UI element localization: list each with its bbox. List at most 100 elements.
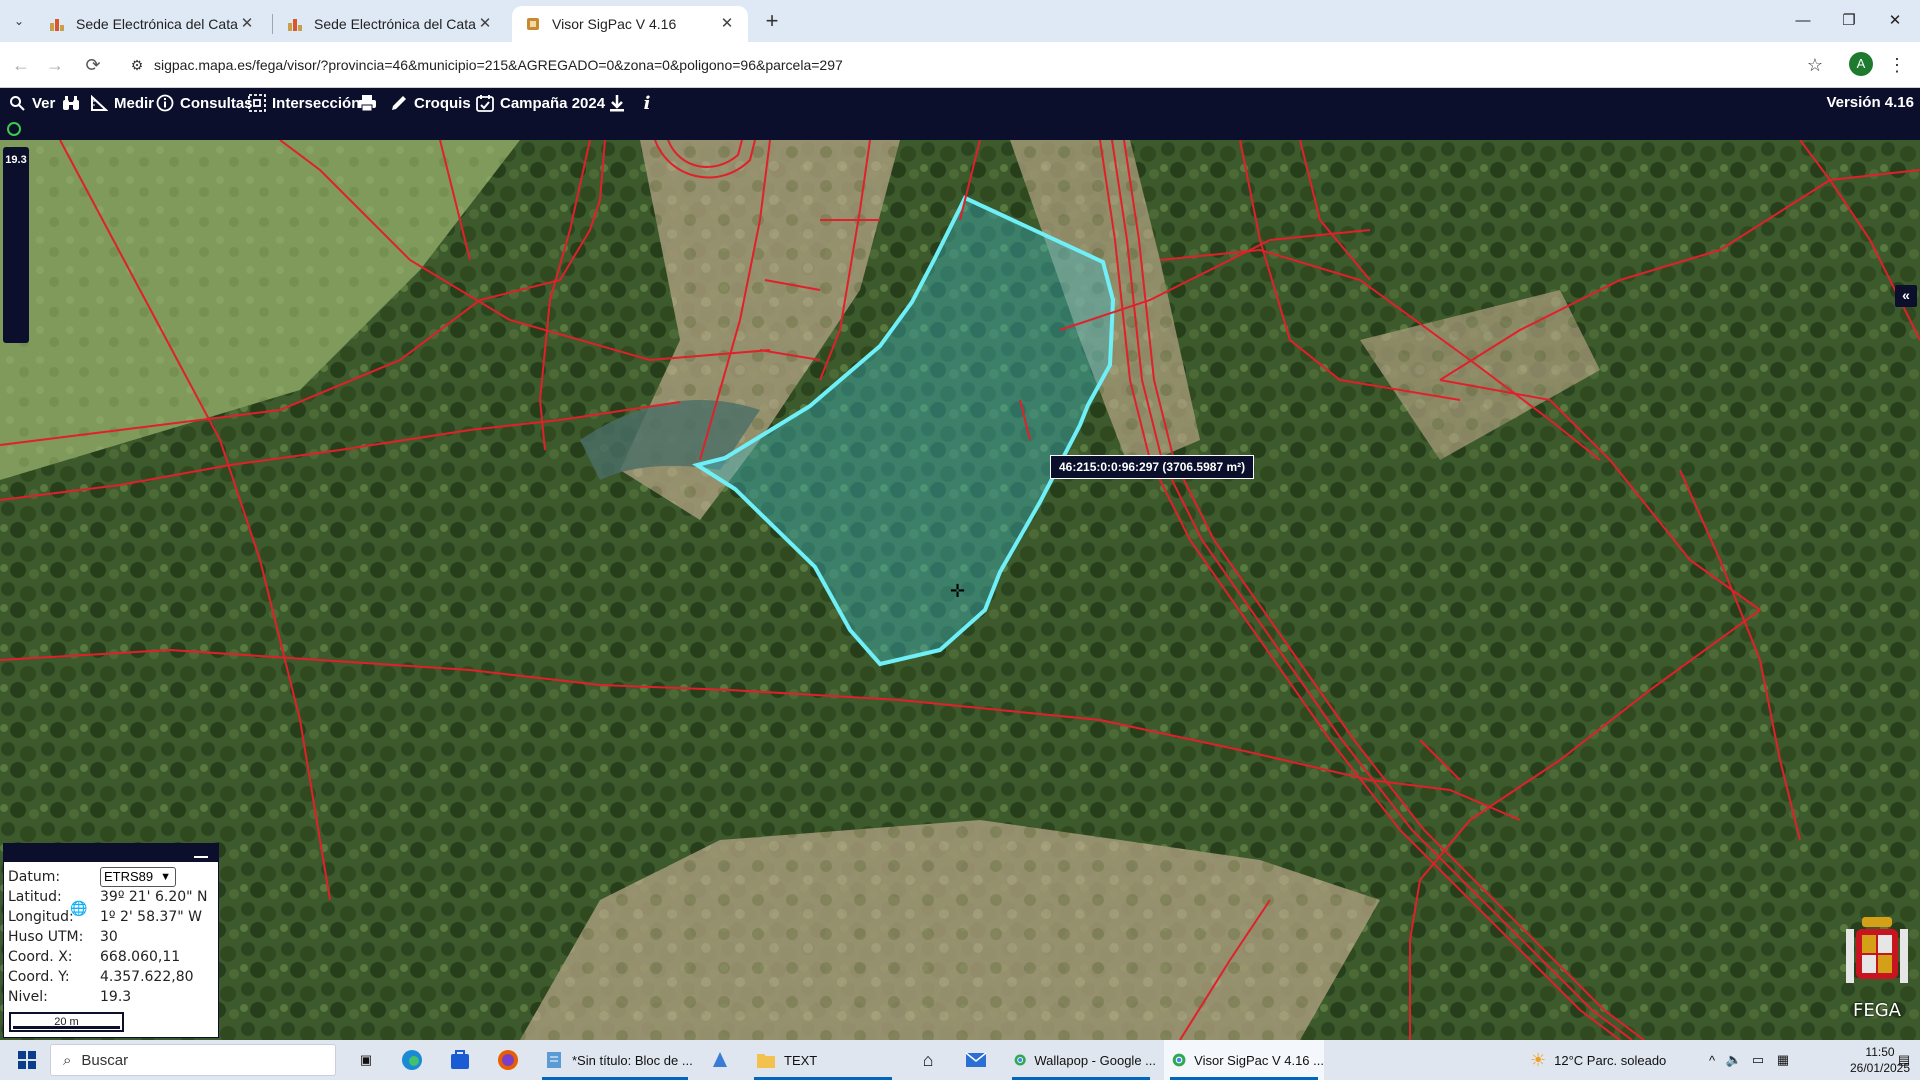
consultas-button[interactable]: Consultas (154, 88, 253, 118)
sigpac-toolbar: Ver Medir Consultas Intersección Croquis… (0, 88, 1920, 118)
ruler-icon (88, 95, 110, 111)
app-icon (713, 1052, 727, 1067)
medir-button[interactable]: Medir (88, 88, 154, 118)
map-status-bar (0, 118, 1920, 140)
datum-select[interactable]: ETRS89 ▼ (100, 867, 176, 887)
ver-button[interactable]: Ver (6, 88, 55, 118)
show-hidden-icons[interactable]: ^ (1702, 1040, 1722, 1080)
tab-catastro-2[interactable]: Sede Electrónica del Catastro ✕ (274, 6, 506, 42)
site-info-icon[interactable]: ⚙ (120, 57, 154, 74)
ver-label: Ver (32, 94, 56, 112)
browser-tab-bar: ⌄ Sede Electrónica del Catastro - ✕ Sede… (0, 0, 1920, 42)
scale-bar: 20 m (9, 1012, 124, 1032)
browser-menu-icon[interactable]: ⋮ (1886, 50, 1908, 80)
taskbar-folder[interactable]: TEXT (748, 1040, 898, 1080)
collapse-panel-button[interactable]: « (1895, 285, 1917, 307)
zoom-level-indicator[interactable]: 19.3 (3, 147, 29, 343)
campana-button[interactable]: Campaña 2024 (474, 88, 605, 118)
minimize-button[interactable]: — (1780, 6, 1826, 36)
download-button[interactable] (606, 88, 632, 118)
crosshair-cursor-icon: ✛ (950, 581, 966, 601)
notepad-label: *Sin título: Bloc de ... (572, 1052, 693, 1068)
profile-avatar[interactable]: A (1849, 52, 1873, 76)
url-field[interactable]: ⚙ sigpac.mapa.es/fega/visor/?provincia=4… (120, 48, 1860, 82)
taskbar-app[interactable] (700, 1040, 740, 1080)
taskbar-chrome-sigpac[interactable]: Visor SigPac V 4.16 ... (1164, 1040, 1324, 1080)
minimize-panel-icon[interactable] (194, 846, 208, 858)
chevron-down-icon: ⌄ (13, 14, 25, 28)
taskbar-home[interactable]: ⌂ (908, 1040, 948, 1080)
campana-label: Campaña 2024 (500, 94, 606, 112)
taskbar-chrome-wallapop[interactable]: Wallapop - Google ... (1006, 1040, 1156, 1080)
double-chevron-left-icon: « (1902, 287, 1910, 303)
tab-catastro-1[interactable]: Sede Electrónica del Catastro - ✕ (36, 6, 268, 42)
tab-separator (272, 14, 273, 34)
pencil-icon (388, 94, 410, 112)
interseccion-button[interactable]: Intersección (246, 88, 360, 118)
notepad-icon (547, 1052, 561, 1068)
catastro-favicon-icon (48, 15, 66, 33)
folder-icon (757, 1054, 775, 1068)
tray-app-icon[interactable]: ▦ (1772, 1040, 1794, 1080)
new-tab-button[interactable]: + (758, 8, 786, 36)
taskbar-mail[interactable] (956, 1040, 996, 1080)
fega-label: FEGA (1853, 1000, 1901, 1021)
chrome-wallapop-label: Wallapop - Google ... (1034, 1052, 1156, 1068)
info-icon: i (643, 92, 651, 114)
task-view-button[interactable]: ▣ (346, 1040, 386, 1080)
notifications-icon[interactable]: ▤ (1892, 1040, 1916, 1080)
start-button[interactable] (8, 1040, 46, 1080)
search-icon: ⌕ (63, 1051, 72, 1069)
version-label: Versión 4.16 (1826, 94, 1914, 111)
taskbar-notepad[interactable]: *Sin título: Bloc de ... (536, 1040, 694, 1080)
network-icon[interactable]: ▭ (1748, 1040, 1768, 1080)
calendar-check-icon (474, 94, 496, 112)
weather-text: 12°C Parc. soleado (1554, 1052, 1667, 1068)
taskbar-search-box[interactable]: ⌕ Buscar (50, 1044, 336, 1076)
reload-button[interactable]: ⟳ (78, 50, 108, 80)
medir-label: Medir (114, 94, 155, 112)
datum-value: ETRS89 (104, 869, 154, 884)
print-button[interactable] (356, 88, 382, 118)
search-icon (6, 95, 28, 111)
close-tab-icon[interactable]: ✕ (476, 15, 494, 33)
tab-label: Sede Electrónica del Catastro (314, 16, 476, 32)
tab-visor-sigpac[interactable]: Visor SigPac V 4.16 ✕ (512, 6, 748, 42)
mail-icon (965, 1052, 987, 1067)
restore-button[interactable]: ❐ (1826, 6, 1872, 36)
search-placeholder: Buscar (81, 1051, 129, 1069)
back-button[interactable]: ← (6, 50, 36, 80)
croquis-label: Croquis (414, 94, 471, 112)
tab-label: Visor SigPac V 4.16 (552, 16, 677, 32)
close-tab-icon[interactable]: ✕ (238, 15, 256, 33)
forward-button[interactable]: → (40, 50, 70, 80)
coordinates-panel-header (4, 844, 218, 862)
weather-widget[interactable]: ☀ 12°C Parc. soleado (1530, 1040, 1690, 1080)
taskbar-store[interactable] (440, 1040, 480, 1080)
latitude-label: Latitud: (8, 889, 62, 905)
info-button[interactable]: i (636, 88, 662, 118)
chrome-icon (1172, 1053, 1186, 1067)
volume-icon[interactable]: 🔈 (1724, 1040, 1744, 1080)
folder-label: TEXT (784, 1052, 818, 1068)
tab-search-button[interactable]: ⌄ (6, 8, 32, 34)
printer-icon (356, 94, 378, 112)
windows-taskbar: ⌕ Buscar ▣ *Sin título: Bloc de ... TEXT… (0, 1040, 1920, 1080)
bookmark-star-icon[interactable]: ☆ (1800, 50, 1830, 80)
taskbar-firefox[interactable] (488, 1040, 528, 1080)
croquis-button[interactable]: Croquis (388, 88, 471, 118)
status-indicator-icon (7, 122, 21, 136)
latitude-value: 39º 21' 6.20" N (100, 889, 208, 905)
download-icon (606, 94, 628, 112)
datum-label: Datum: (8, 869, 61, 885)
nivel-label: Nivel: (8, 989, 48, 1005)
consultas-label: Consultas (180, 94, 253, 112)
binoculars-button[interactable] (60, 88, 86, 118)
sigpac-favicon-icon (524, 15, 542, 33)
close-tab-icon[interactable]: ✕ (718, 15, 736, 33)
taskbar-edge[interactable] (392, 1040, 432, 1080)
huso-label: Huso UTM: (8, 929, 84, 945)
chevron-down-icon: ▼ (160, 871, 171, 883)
close-window-button[interactable]: ✕ (1872, 6, 1918, 36)
weather-sun-icon: ☀ (1530, 1049, 1547, 1070)
